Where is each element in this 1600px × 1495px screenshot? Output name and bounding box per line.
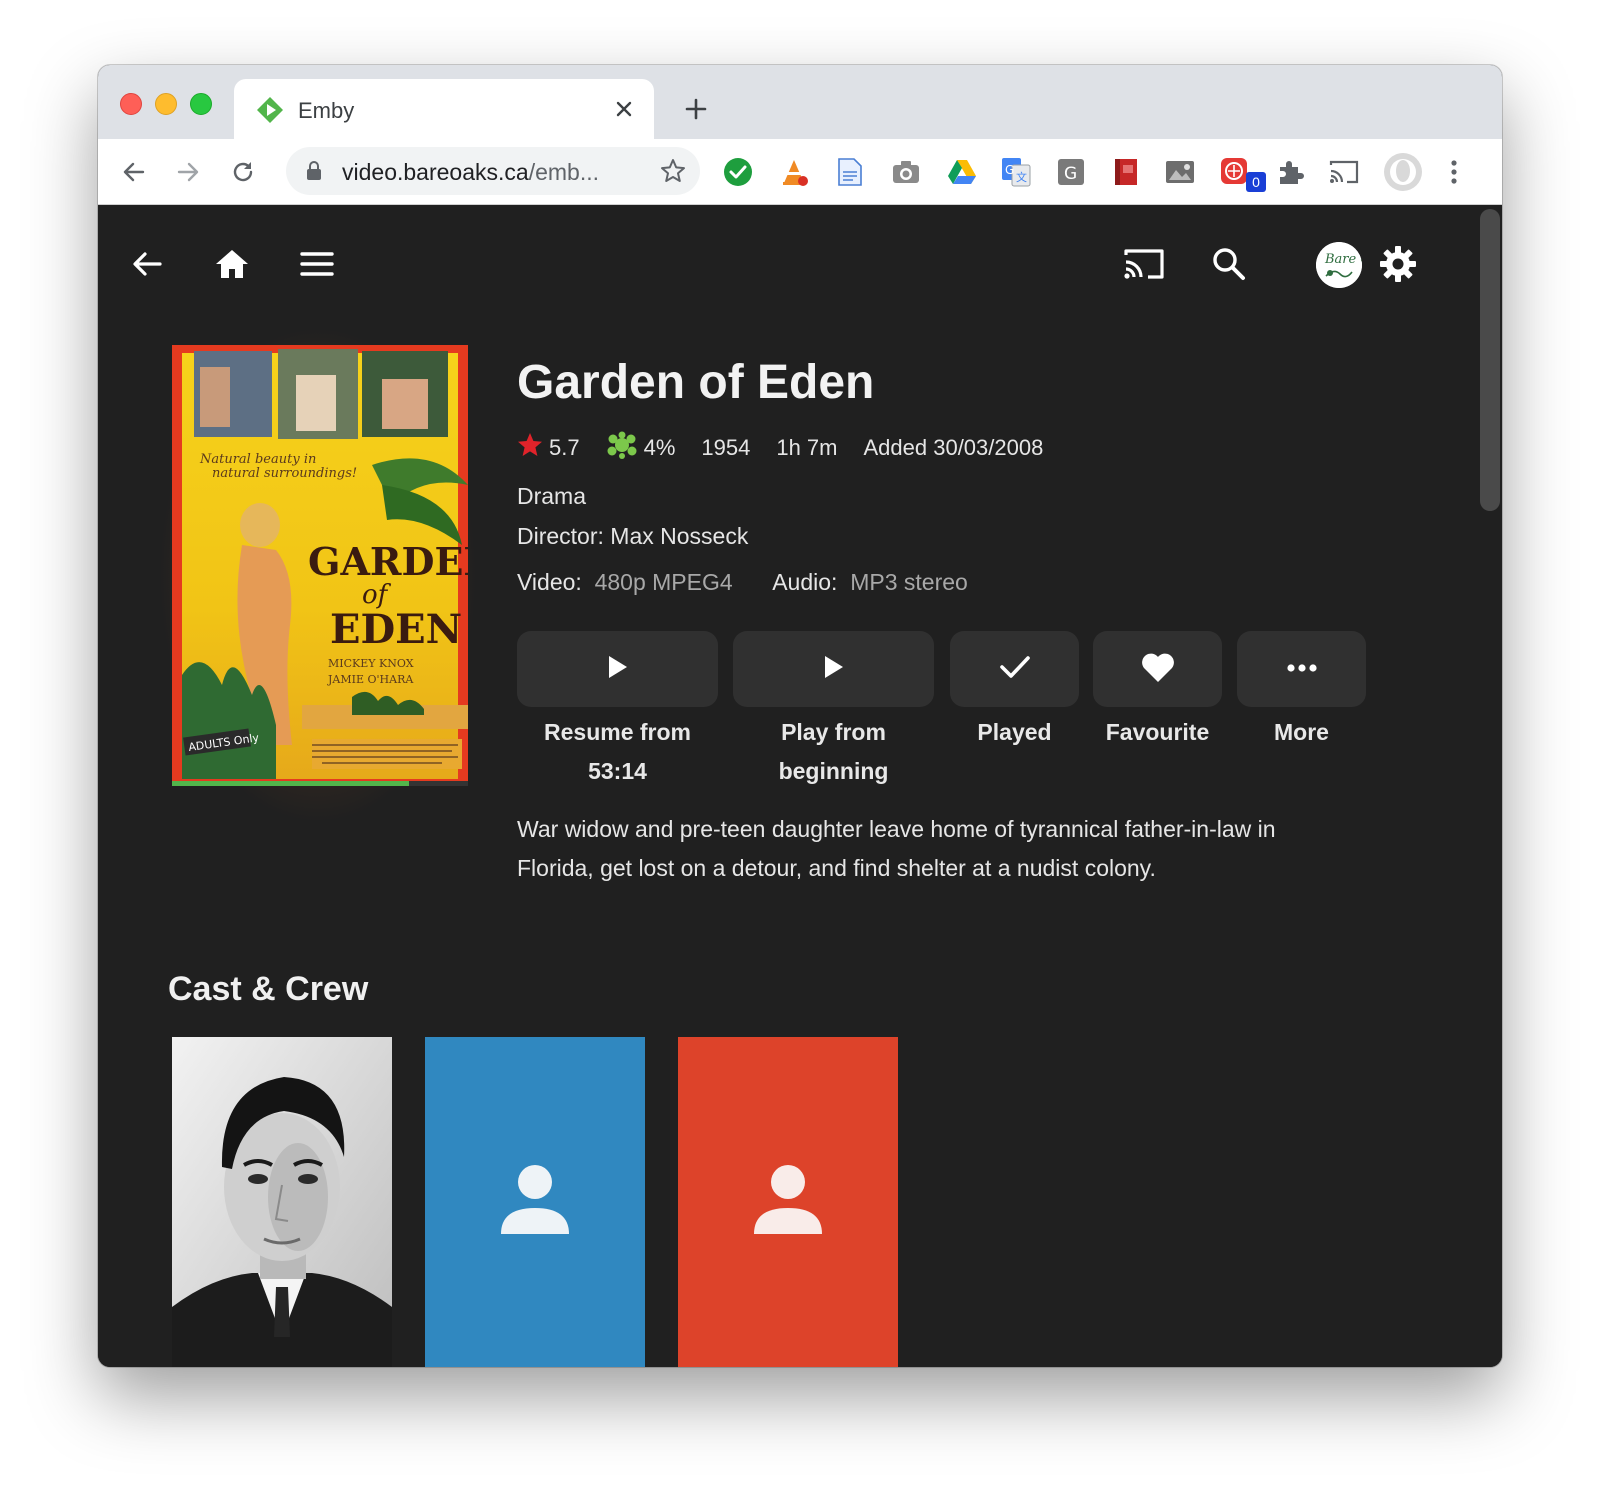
avatar-logo-text: Bare Oaks: [1324, 252, 1362, 267]
more-dots-icon: [1286, 660, 1318, 678]
played-button[interactable]: [950, 631, 1079, 707]
date-added: Added 30/03/2008: [863, 435, 1044, 460]
forward-arrow-icon[interactable]: [168, 152, 208, 192]
more-label: More: [1274, 719, 1329, 745]
cast-card-placeholder[interactable]: [678, 1037, 898, 1367]
movie-title: Garden of Eden: [517, 356, 875, 409]
critic-rating-value: 4%: [643, 435, 676, 460]
poster-title-3: EDEN: [330, 606, 462, 653]
extension-badge: 0: [1246, 172, 1266, 192]
more-action[interactable]: More: [1237, 631, 1366, 752]
search-icon[interactable]: [1204, 239, 1254, 289]
close-tab-icon[interactable]: [608, 93, 640, 125]
community-rating: 5.7: [517, 432, 580, 464]
cone-extension-icon[interactable]: [778, 156, 810, 188]
browser-window: Emby video.bareoaks.ca/emb... G 文 G 0 Ba…: [98, 65, 1502, 1367]
user-avatar[interactable]: Bare Oaks: [1316, 242, 1362, 288]
book-extension-icon[interactable]: [1110, 156, 1142, 188]
audio-value[interactable]: MP3 stereo: [850, 569, 968, 595]
movie-meta-row: 5.7 4% 1954 1h 7m Added 30/03/2008: [517, 431, 1069, 465]
url-text: video.bareoaks.ca/emb...: [342, 159, 599, 185]
heart-icon: [1140, 651, 1176, 688]
close-window-button[interactable]: [120, 93, 142, 115]
play-from-beginning-button[interactable]: [733, 631, 934, 707]
svg-text:G: G: [1064, 164, 1077, 184]
extensions-puzzle-icon[interactable]: [1274, 156, 1306, 188]
scrollbar-thumb[interactable]: [1480, 209, 1500, 511]
svg-text:G: G: [1005, 163, 1014, 177]
resume-progress-bar: [172, 781, 409, 786]
settings-gear-icon[interactable]: [1373, 239, 1423, 289]
genre-link[interactable]: Drama: [517, 483, 586, 510]
poster-tagline-2: natural surroundings!: [212, 466, 357, 481]
favourite-action[interactable]: Favourite: [1093, 631, 1222, 752]
google-drive-icon[interactable]: [946, 156, 978, 188]
maximize-window-button[interactable]: [190, 93, 212, 115]
critic-rating: 4%: [606, 431, 676, 465]
tab-emby[interactable]: Emby: [234, 79, 654, 141]
poster-credit-2: JAMIE O'HARA: [327, 673, 414, 686]
rating-value: 5.7: [549, 435, 580, 460]
emby-logo-icon: [256, 96, 284, 124]
svg-text:文: 文: [1016, 170, 1027, 184]
checkmark-icon: [998, 653, 1032, 686]
reload-icon[interactable]: [223, 152, 263, 192]
camera-extension-icon[interactable]: [890, 156, 922, 188]
favourite-button[interactable]: [1093, 631, 1222, 707]
cast-card-photo[interactable]: [172, 1037, 392, 1367]
profile-avatar-icon[interactable]: [1383, 152, 1423, 192]
played-action[interactable]: Played: [950, 631, 1079, 752]
runtime: 1h 7m: [776, 435, 838, 460]
play-icon: [823, 654, 845, 685]
menu-icon[interactable]: [292, 239, 342, 289]
lock-icon: [306, 161, 322, 186]
poster-title-1: GARDEN: [308, 539, 468, 584]
audio-label: Audio:: [772, 569, 838, 595]
movie-overview: War widow and pre-teen daughter leave ho…: [517, 816, 1276, 881]
video-value[interactable]: 480p MPEG4: [595, 569, 733, 595]
cast-icon[interactable]: [1119, 239, 1169, 289]
video-label: Video:: [517, 569, 582, 595]
release-year: 1954: [701, 435, 751, 460]
person-icon: [753, 1164, 823, 1241]
director-text[interactable]: Director: Max Nosseck: [517, 523, 748, 550]
new-tab-icon[interactable]: [676, 89, 716, 129]
play-icon: [607, 654, 629, 685]
play-from-beginning-action[interactable]: Play from beginning: [733, 631, 934, 791]
tab-title: Emby: [298, 98, 355, 123]
back-arrow-icon[interactable]: [114, 152, 154, 192]
tab-strip: Emby: [98, 65, 1502, 141]
cast-crew-heading: Cast & Crew: [168, 970, 369, 1008]
person-icon: [500, 1164, 570, 1241]
browser-menu-icon[interactable]: [1438, 156, 1470, 188]
grammar-extension-icon[interactable]: G: [1055, 156, 1087, 188]
favourite-label: Favourite: [1105, 719, 1210, 745]
browser-toolbar: video.bareoaks.ca/emb... G文 G: [98, 139, 1502, 205]
resume-action[interactable]: Resume from 53:14: [517, 631, 718, 791]
resume-label: Resume from 53:14: [544, 719, 691, 784]
star-icon: [517, 432, 549, 464]
photo-extension-icon[interactable]: [1164, 156, 1196, 188]
play-from-beginning-label: Play from beginning: [778, 719, 889, 784]
cast-card-placeholder[interactable]: [425, 1037, 645, 1367]
back-arrow-icon[interactable]: [122, 239, 172, 289]
rotten-splat-icon: [606, 431, 644, 465]
poster-credit-1: MICKEY KNOX: [328, 657, 414, 670]
minimize-window-button[interactable]: [155, 93, 177, 115]
cast-browser-icon[interactable]: [1328, 156, 1360, 188]
emby-page: Bare Oaks: [98, 205, 1502, 1367]
more-button[interactable]: [1237, 631, 1366, 707]
poster-tagline-1: Natural beauty in: [199, 452, 316, 467]
played-label: Played: [977, 719, 1052, 745]
home-icon[interactable]: [207, 239, 257, 289]
address-bar[interactable]: video.bareoaks.ca/emb...: [286, 147, 700, 195]
document-extension-icon[interactable]: [834, 156, 866, 188]
resume-button[interactable]: [517, 631, 718, 707]
bookmark-star-icon[interactable]: [658, 156, 688, 186]
media-streams: Video: 480p MPEG4 Audio: MP3 stereo: [517, 569, 968, 596]
movie-poster[interactable]: Natural beauty in natural surroundings! …: [172, 345, 468, 785]
check-extension-icon[interactable]: [722, 156, 754, 188]
google-translate-icon[interactable]: G文: [1000, 156, 1032, 188]
